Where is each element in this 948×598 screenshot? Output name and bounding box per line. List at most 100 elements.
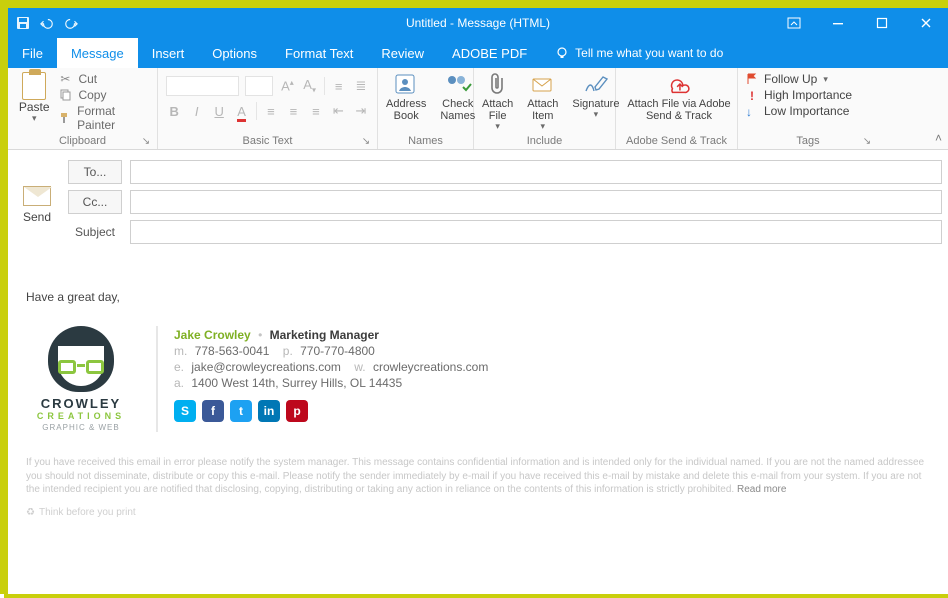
attach-file-button[interactable]: Attach File ▾ (482, 72, 513, 132)
subject-input[interactable] (130, 220, 942, 244)
down-arrow-icon: ↓ (746, 105, 758, 117)
ribbon-display-options-icon[interactable] (772, 8, 816, 38)
group-tags: Follow Up ▾ ! High Importance ↓ Low Impo… (738, 68, 878, 149)
align-left-icon[interactable]: ≡ (263, 104, 279, 119)
cut-button[interactable]: ✂ Cut (58, 72, 149, 86)
cc-button[interactable]: Cc... (68, 190, 122, 214)
exclamation-icon: ! (746, 89, 758, 101)
to-button[interactable]: To... (68, 160, 122, 184)
to-input[interactable] (130, 160, 942, 184)
adobe-cloud-icon (665, 72, 693, 96)
font-size-select[interactable] (245, 76, 273, 96)
minimize-button[interactable] (816, 8, 860, 38)
sig-phone: 770-770-4800 (300, 344, 375, 358)
maximize-button[interactable] (860, 8, 904, 38)
linkedin-icon[interactable]: in (258, 400, 280, 422)
undo-icon[interactable] (40, 16, 54, 30)
subject-row: Subject (68, 220, 942, 244)
quick-access-toolbar (8, 16, 78, 30)
high-importance-button[interactable]: ! High Importance (746, 88, 870, 102)
group-include: Attach File ▾ Attach Item ▾ Signature ▾ … (474, 68, 616, 149)
bold-button[interactable]: B (166, 104, 182, 119)
subject-label: Subject (68, 225, 122, 239)
check-names-button[interactable]: Check Names (440, 72, 475, 122)
sig-mobile: 778-563-0041 (195, 344, 270, 358)
tell-me[interactable]: Tell me what you want to do (541, 38, 723, 68)
redo-icon[interactable] (64, 16, 78, 30)
flag-icon (746, 73, 758, 85)
facebook-icon[interactable]: f (202, 400, 224, 422)
pinterest-icon[interactable]: p (286, 400, 308, 422)
scissors-icon: ✂ (58, 72, 72, 86)
tab-adobe-pdf[interactable]: ADOBE PDF (438, 38, 541, 68)
logo-tag: GRAPHIC & WEB (26, 423, 136, 432)
collapse-ribbon-icon[interactable]: ˄ (935, 131, 942, 145)
adobe-send-track-button[interactable]: Attach File via Adobe Send & Track (624, 72, 734, 122)
follow-up-button[interactable]: Follow Up ▾ (746, 72, 870, 86)
paste-label: Paste (19, 100, 50, 114)
twitter-icon[interactable]: t (230, 400, 252, 422)
align-center-icon[interactable]: ≡ (285, 104, 301, 119)
tab-file[interactable]: File (8, 38, 57, 68)
paperclip-icon (484, 72, 512, 96)
message-header: Send To... Cc... Subject (8, 150, 948, 250)
lightbulb-icon (555, 46, 569, 60)
paste-button[interactable]: Paste ▾ (16, 72, 52, 132)
sig-email: jake@crowleycreations.com (191, 360, 341, 374)
format-painter-button[interactable]: Format Painter (58, 104, 149, 132)
align-right-icon[interactable]: ≡ (308, 104, 324, 119)
signature-button[interactable]: Signature ▾ (572, 72, 619, 120)
social-icons: S f t in p (174, 400, 488, 422)
numbering-icon[interactable]: ≣ (353, 78, 369, 94)
signature-icon (582, 72, 610, 96)
chevron-down-icon: ▾ (541, 122, 546, 132)
copy-button[interactable]: Copy (58, 88, 149, 102)
sig-web: crowleycreations.com (373, 360, 488, 374)
bullets-icon[interactable]: ≡ (331, 79, 347, 94)
tab-message[interactable]: Message (57, 38, 138, 68)
cc-input[interactable] (130, 190, 942, 214)
message-body[interactable]: Have a great day, CROWLEY CREATIONS GRAP… (8, 250, 948, 526)
address-book-button[interactable]: Address Book (386, 72, 426, 122)
tab-review[interactable]: Review (367, 38, 438, 68)
address-book-icon (392, 72, 420, 96)
shrink-font-icon[interactable]: A▾ (302, 77, 318, 95)
paintbrush-icon (58, 111, 71, 125)
tab-options[interactable]: Options (198, 38, 271, 68)
close-button[interactable] (904, 8, 948, 38)
group-label-clipboard: Clipboard ↘ (16, 133, 149, 147)
chevron-down-icon: ▾ (594, 110, 599, 120)
skype-icon[interactable]: S (174, 400, 196, 422)
grow-font-icon[interactable]: A▴ (279, 78, 295, 93)
format-painter-label: Format Painter (77, 104, 149, 132)
dialog-launcher-icon[interactable]: ↘ (141, 136, 151, 146)
title-bar: Untitled - Message (HTML) (8, 8, 948, 38)
font-family-select[interactable] (166, 76, 239, 96)
save-icon[interactable] (16, 16, 30, 30)
ribbon: Paste ▾ ✂ Cut Copy Form (8, 68, 948, 150)
font-color-button[interactable]: A (233, 104, 249, 119)
group-label-basic-text: Basic Text ↘ (166, 133, 369, 147)
low-importance-button[interactable]: ↓ Low Importance (746, 104, 870, 118)
cut-label: Cut (78, 72, 97, 86)
group-label-tags: Tags ↘ (746, 133, 870, 147)
underline-button[interactable]: U (211, 104, 227, 119)
envelope-icon (23, 186, 51, 206)
increase-indent-icon[interactable]: ⇥ (353, 103, 369, 119)
attach-item-button[interactable]: Attach Item ▾ (527, 72, 558, 132)
group-clipboard: Paste ▾ ✂ Cut Copy Form (8, 68, 158, 149)
dialog-launcher-icon[interactable]: ↘ (862, 136, 872, 146)
font-row: A▴ A▾ ≡ ≣ (166, 76, 369, 96)
italic-button[interactable]: I (188, 104, 204, 119)
group-basic-text: A▴ A▾ ≡ ≣ B I U A ≡ ≡ ≡ ⇤ ⇥ Basic Text ↘ (158, 68, 378, 149)
decrease-indent-icon[interactable]: ⇤ (330, 103, 346, 119)
group-label-include: Include (482, 133, 607, 147)
sig-address: 1400 West 14th, Surrey Hills, OL 14435 (191, 376, 402, 390)
tab-insert[interactable]: Insert (138, 38, 199, 68)
attach-item-icon (529, 72, 557, 96)
send-button[interactable]: Send (14, 160, 60, 244)
read-more-link[interactable]: Read more (737, 484, 786, 495)
tab-format-text[interactable]: Format Text (271, 38, 367, 68)
dialog-launcher-icon[interactable]: ↘ (361, 136, 371, 146)
window-buttons (772, 8, 948, 38)
